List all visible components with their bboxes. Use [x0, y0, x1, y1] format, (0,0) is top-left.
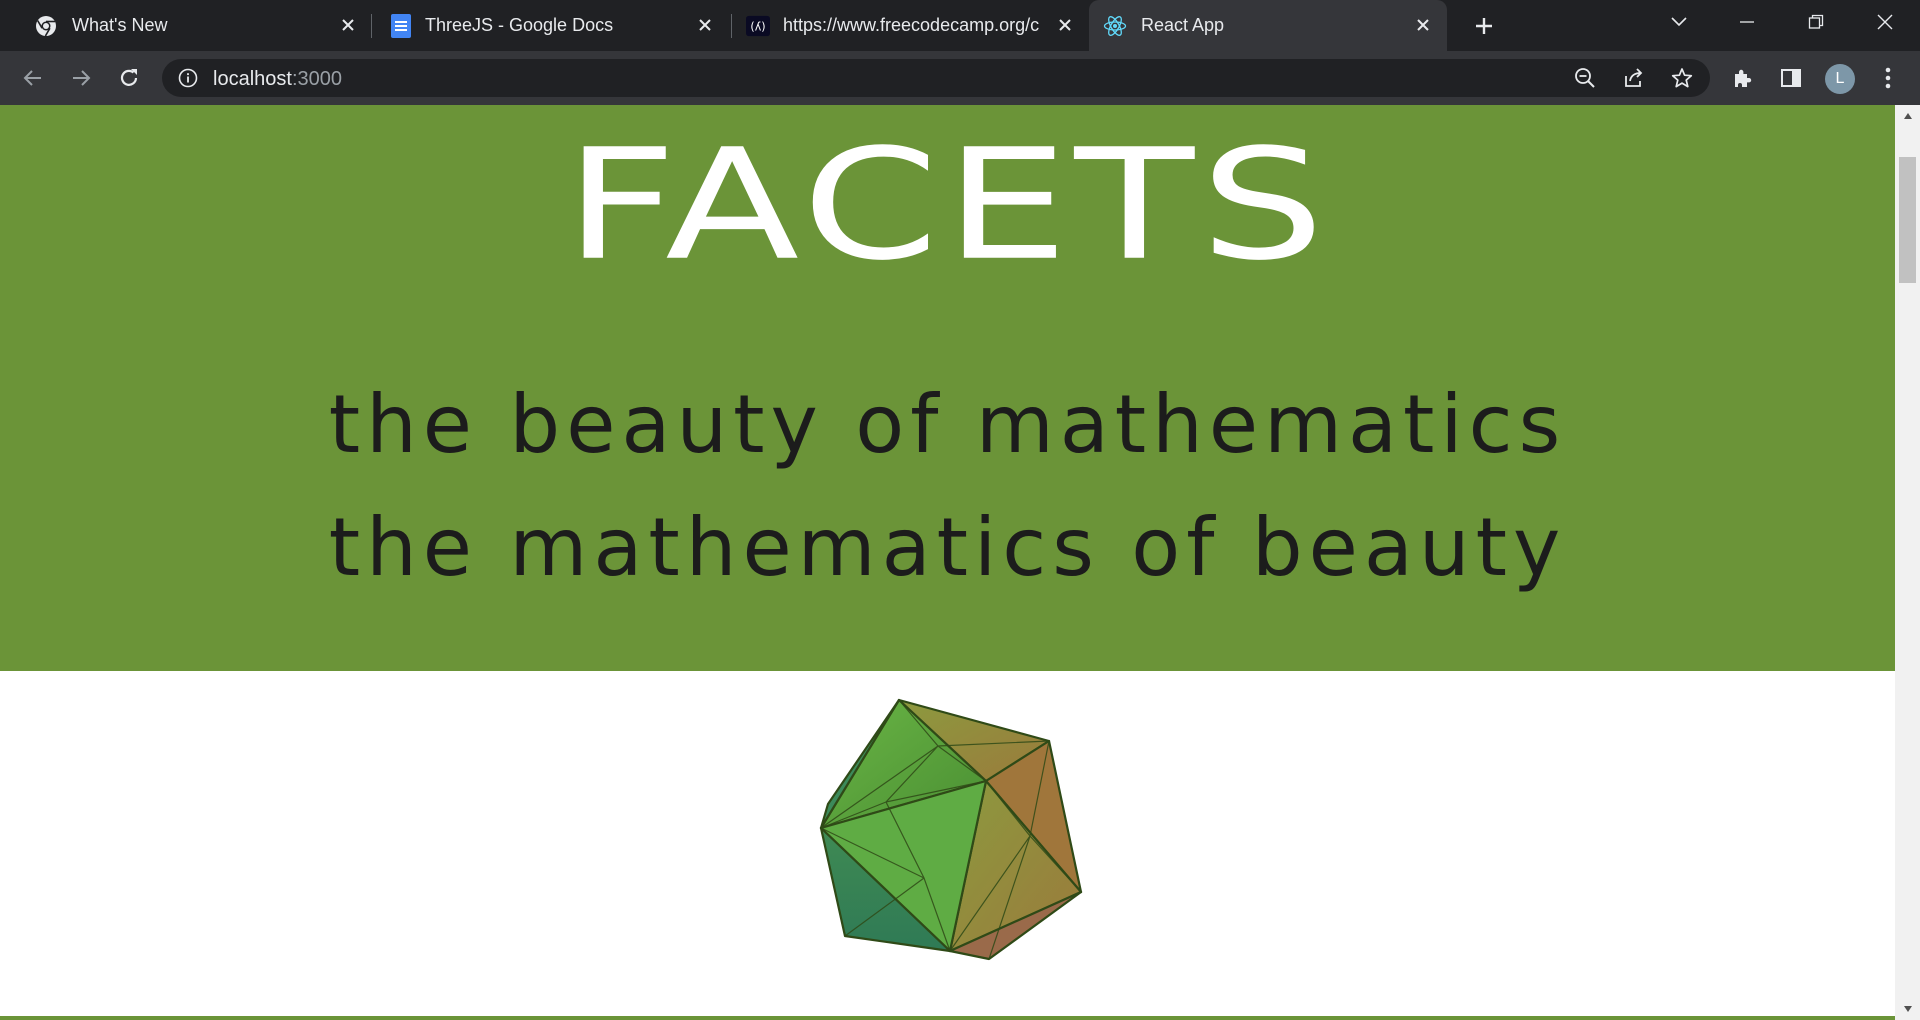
- tab-strip: What's New ThreeJS - Google Docs (ʎ) htt…: [0, 0, 1920, 51]
- freecodecamp-icon: (ʎ): [746, 14, 770, 38]
- section-divider: [0, 1016, 1895, 1020]
- svg-text:(ʎ): (ʎ): [750, 21, 765, 34]
- close-tab-icon[interactable]: [1052, 12, 1078, 38]
- tab-search-icon[interactable]: [1657, 6, 1701, 38]
- scrollbar-thumb[interactable]: [1899, 157, 1916, 283]
- tab-freecodecamp[interactable]: (ʎ) https://www.freecodecamp.org/c: [732, 0, 1087, 51]
- tab-title: React App: [1141, 15, 1225, 35]
- restore-icon[interactable]: [1794, 6, 1838, 38]
- side-panel-icon[interactable]: [1779, 66, 1803, 90]
- page-scrollbar[interactable]: [1895, 105, 1920, 1020]
- tab-title: https://www.freecodecamp.org/c: [783, 15, 1040, 35]
- profile-avatar[interactable]: L: [1825, 64, 1855, 94]
- forward-icon[interactable]: [64, 61, 98, 95]
- bookmark-star-icon[interactable]: [1670, 66, 1694, 90]
- url-host: localhost: [213, 68, 292, 90]
- google-docs-icon: [389, 14, 413, 38]
- url-text[interactable]: localhost:3000: [213, 68, 342, 91]
- close-tab-icon[interactable]: [692, 12, 718, 38]
- tagline-mathematics-of-beauty: the mathematics of beauty: [328, 501, 1567, 594]
- site-info-icon[interactable]: [178, 68, 198, 88]
- tab-react-app[interactable]: React App: [1089, 0, 1447, 51]
- tab-threejs-docs[interactable]: ThreeJS - Google Docs: [372, 0, 732, 51]
- zoom-icon[interactable]: [1573, 66, 1597, 90]
- page-title: FACETS: [564, 116, 1331, 295]
- rotating-polyhedron-canvas[interactable]: [816, 696, 1096, 986]
- close-tab-icon[interactable]: [335, 12, 361, 38]
- menu-kebab-icon[interactable]: [1876, 66, 1900, 90]
- close-tab-icon[interactable]: [1410, 12, 1436, 38]
- address-bar[interactable]: localhost:3000: [162, 59, 1710, 97]
- tab-whats-new[interactable]: What's New: [8, 0, 363, 51]
- url-port: :3000: [291, 68, 342, 90]
- browser-toolbar: localhost:3000 L: [0, 51, 1920, 105]
- hero-banner: FACETS the beauty of mathematics the mat…: [0, 105, 1895, 671]
- extensions-icon[interactable]: [1731, 66, 1755, 90]
- minimize-icon[interactable]: [1725, 6, 1769, 38]
- chrome-icon: [34, 14, 58, 38]
- back-icon[interactable]: [16, 61, 50, 95]
- tagline-beauty-of-mathematics: the beauty of mathematics: [328, 378, 1567, 471]
- scroll-down-arrow-icon[interactable]: [1901, 1002, 1914, 1016]
- new-tab-button[interactable]: [1468, 10, 1500, 42]
- reload-icon[interactable]: [112, 61, 146, 95]
- react-icon: [1103, 14, 1127, 38]
- tab-title: What's New: [72, 15, 168, 35]
- share-icon[interactable]: [1622, 66, 1646, 90]
- close-window-icon[interactable]: [1863, 6, 1907, 38]
- page-viewport: FACETS the beauty of mathematics the mat…: [0, 105, 1895, 1020]
- tab-title: ThreeJS - Google Docs: [425, 15, 614, 35]
- scroll-up-arrow-icon[interactable]: [1901, 109, 1914, 123]
